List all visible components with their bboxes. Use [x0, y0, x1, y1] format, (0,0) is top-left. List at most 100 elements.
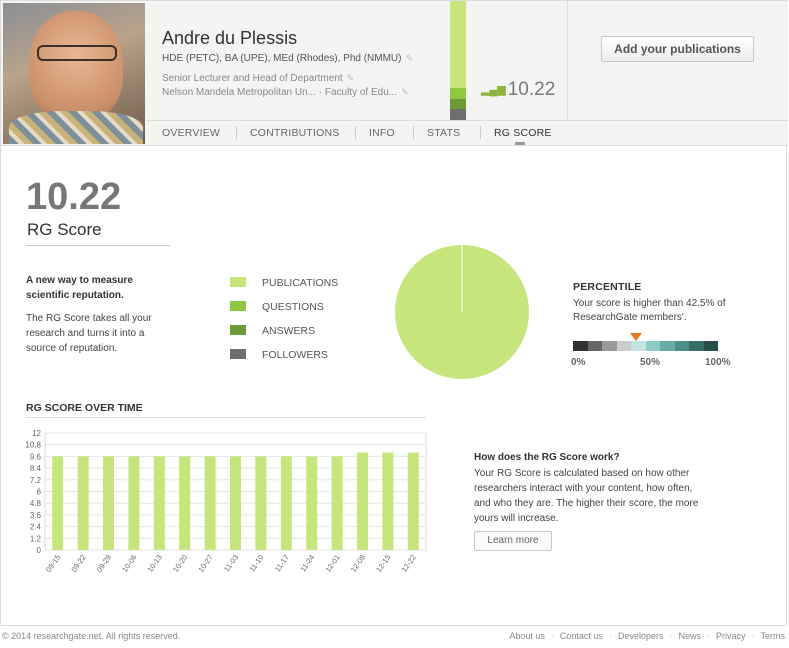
percentile-scale-segment: [645, 341, 660, 351]
score-bar-publications: [450, 1, 466, 88]
chart-bar[interactable]: [255, 456, 267, 550]
percentile-scale-segment: [573, 341, 588, 351]
profile-position-text: Senior Lecturer and Head of Department: [162, 73, 343, 84]
score-bar-followers: [450, 109, 466, 120]
footer-separator: ·: [608, 631, 612, 641]
avatar-glasses: [37, 45, 117, 61]
chart-bar[interactable]: [103, 456, 114, 550]
percentile-title: PERCENTILE: [573, 281, 642, 293]
header-score-value: 10.22: [507, 79, 556, 100]
footer-link-contact[interactable]: Contact us: [560, 631, 603, 641]
percentile-scale-segment: [674, 341, 689, 351]
profile-name[interactable]: Andre du Plessis: [162, 28, 297, 49]
footer-links: About us · Contact us · Developers · New…: [503, 631, 785, 641]
profile-degrees-text: HDE (PETC), BA (UPE), MEd (Rhodes), Phd …: [162, 53, 402, 64]
how-it-works-body: Your RG Score is calculated based on how…: [474, 468, 699, 524]
legend-label: FOLLOWERS: [262, 349, 328, 361]
x-tick-label: 12-22: [400, 553, 418, 574]
learn-more-button[interactable]: Learn more: [474, 531, 552, 551]
edit-pencil-icon[interactable]: ✎: [405, 53, 413, 63]
x-tick-label: 12-08: [349, 553, 367, 574]
chart-bar[interactable]: [179, 456, 191, 550]
percentile-scale-segment: [616, 341, 631, 351]
footer-link-news[interactable]: News: [678, 631, 701, 641]
legend-swatch: [230, 325, 246, 335]
footer-link-developers[interactable]: Developers: [618, 631, 664, 641]
chart-bar[interactable]: [230, 456, 241, 550]
tab-rg-score[interactable]: RG SCORE: [480, 126, 552, 139]
chart-bar[interactable]: [306, 456, 318, 550]
y-tick-label: 9.6: [30, 452, 42, 461]
chart-bar[interactable]: [204, 456, 216, 550]
legend-label: QUESTIONS: [262, 301, 324, 313]
chart-bar[interactable]: [128, 456, 140, 550]
chart-bar[interactable]: [153, 456, 165, 550]
tab-info[interactable]: INFO: [355, 126, 395, 139]
legend-swatch: [230, 301, 246, 311]
percentile-scale-segment: [602, 341, 617, 351]
x-tick-label: 09-22: [69, 553, 87, 574]
y-tick-label: 6: [37, 488, 42, 497]
profile-header: Andre du Plessis HDE (PETC), BA (UPE), M…: [1, 1, 788, 146]
percentile-scale-segment: [587, 341, 602, 351]
bar-chart-icon: ▂▄▆: [481, 84, 506, 96]
footer-separator: ·: [669, 631, 673, 641]
how-it-works-title: How does the RG Score work?: [474, 452, 620, 463]
percentile-scale-segment: [660, 341, 675, 351]
chart-bar[interactable]: [280, 456, 292, 550]
x-tick-label: 12-15: [374, 553, 392, 574]
divider: [26, 245, 170, 246]
footer-link-terms[interactable]: Terms: [761, 631, 786, 641]
percentile-scale-segment: [689, 341, 704, 351]
percentile-tick: 50%: [640, 357, 661, 368]
tab-stats[interactable]: STATS: [412, 126, 460, 139]
score-breakdown-pie: [395, 245, 529, 379]
chart-bar[interactable]: [77, 456, 89, 550]
percentile-scale-segment: [631, 341, 646, 351]
rg-score-value: 10.22: [26, 176, 122, 218]
x-tick-label: 10-27: [196, 553, 214, 574]
rg-score-over-time-title: RG SCORE OVER TIME: [26, 402, 143, 414]
header-rg-score[interactable]: ▂▄▆ 10.22: [481, 79, 555, 101]
y-tick-label: 1.2: [30, 534, 42, 543]
profile-position: Senior Lecturer and Head of Department ✎: [162, 73, 354, 84]
legend-label: PUBLICATIONS: [262, 277, 339, 289]
edit-pencil-icon[interactable]: ✎: [401, 87, 409, 97]
active-tab-indicator: [515, 142, 525, 145]
score-bar-questions: [450, 88, 466, 99]
chart-bar[interactable]: [357, 452, 368, 551]
avatar-shirt: [9, 111, 143, 144]
y-tick-label: 7.2: [30, 476, 42, 485]
intro-body: The RG Score takes all your research and…: [26, 313, 152, 354]
x-tick-label: 11-17: [273, 553, 291, 573]
x-tick-label: 11-24: [298, 553, 316, 573]
tab-contributions[interactable]: CONTRIBUTIONS: [236, 126, 340, 139]
chart-bar[interactable]: [382, 452, 394, 551]
legend-swatch: [230, 277, 246, 287]
percentile-scale-segment: [703, 341, 718, 351]
page-frame: Andre du Plessis HDE (PETC), BA (UPE), M…: [0, 0, 788, 626]
footer-link-about[interactable]: About us: [509, 631, 545, 641]
legend-swatch: [230, 349, 246, 359]
chart-bar[interactable]: [331, 456, 343, 550]
chart-bar[interactable]: [407, 452, 419, 551]
y-tick-label: 12: [32, 429, 41, 438]
profile-institution-text[interactable]: Nelson Mandela Metropolitan Un... · Facu…: [162, 87, 397, 98]
rg-score-over-time-chart: 0 1.2 2.4 3.6 4.8 6 7.2 8.4 9.6 10.8 12 09-15 09-22 0…: [25, 429, 427, 574]
y-tick-label: 8.4: [30, 464, 42, 473]
avatar-face: [29, 11, 123, 123]
footer-separator: ·: [751, 631, 755, 641]
tab-overview[interactable]: OVERVIEW: [162, 127, 220, 139]
edit-pencil-icon[interactable]: ✎: [347, 73, 355, 83]
chart-bar[interactable]: [52, 456, 64, 550]
x-tick-label: 10-06: [120, 553, 138, 574]
divider: [26, 417, 426, 418]
profile-tabs: OVERVIEW CONTRIBUTIONS INFO STATS RG SCO…: [146, 120, 788, 145]
header-score-bar: [450, 1, 466, 120]
add-publications-button[interactable]: Add your publications: [601, 36, 754, 62]
footer-link-privacy[interactable]: Privacy: [716, 631, 746, 641]
percentile-tick: 100%: [705, 357, 731, 368]
avatar[interactable]: [3, 3, 145, 144]
x-tick-label: 11-03: [222, 553, 240, 573]
percentile-marker-icon: [630, 333, 642, 341]
